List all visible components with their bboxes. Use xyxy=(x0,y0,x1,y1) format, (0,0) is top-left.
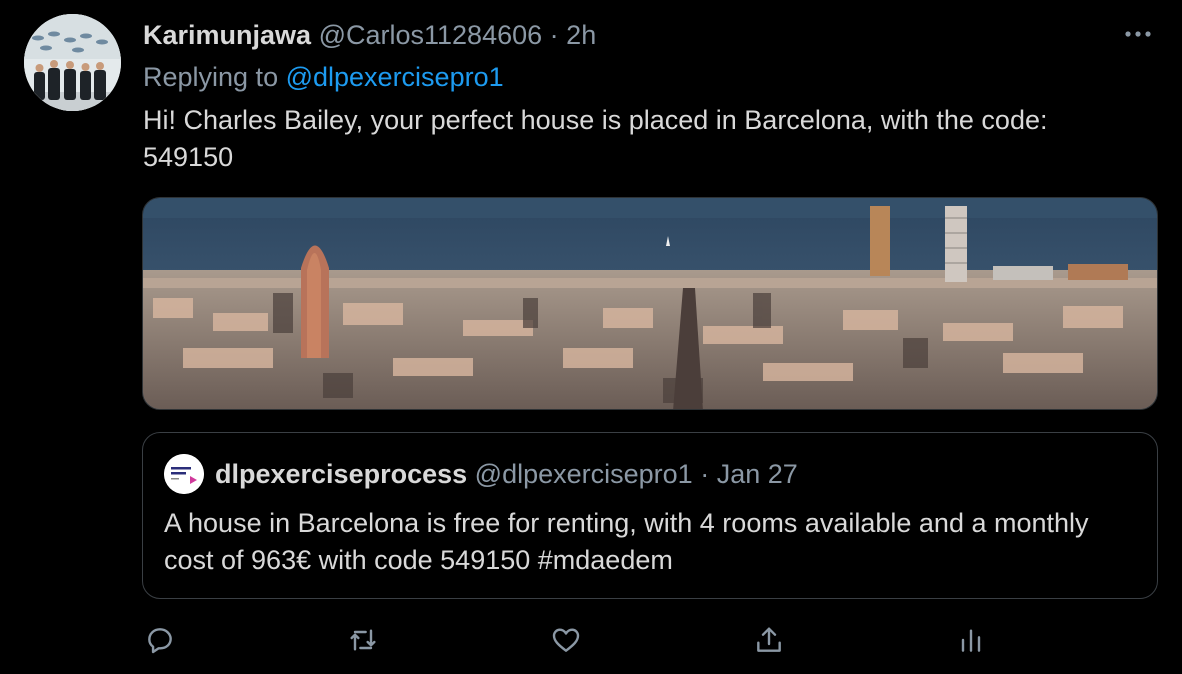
reply-button[interactable] xyxy=(138,618,182,662)
avatar-photo xyxy=(24,14,121,111)
like-icon xyxy=(552,628,580,652)
replying-to: Replying to @dlpexercisepro1 xyxy=(143,60,504,94)
analytics-icon xyxy=(961,629,981,652)
replying-to-link[interactable]: @dlpexercisepro1 xyxy=(286,62,504,92)
retweet-icon xyxy=(350,629,376,651)
quote-display-name[interactable]: dlpexerciseprocess xyxy=(215,459,467,489)
quote-user-handle[interactable]: @dlpexercisepro1 xyxy=(475,459,693,489)
analytics-button[interactable] xyxy=(949,618,993,662)
quote-text: A house in Barcelona is free for renting… xyxy=(164,508,1089,575)
share-button[interactable] xyxy=(747,618,791,662)
user-avatar[interactable] xyxy=(24,14,121,111)
quote-separator-dot: · xyxy=(700,459,710,489)
data-learning-program-logo-icon xyxy=(164,454,204,494)
separator-dot: · xyxy=(549,20,559,50)
tweet-text: Hi! Charles Bailey, your perfect house i… xyxy=(143,105,1048,172)
share-icon xyxy=(757,627,781,652)
quote-avatar[interactable] xyxy=(164,454,204,494)
barcelona-skyline-image xyxy=(143,198,1157,409)
more-options-icon[interactable] xyxy=(1120,22,1156,46)
tweet-header: Karimunjawa @Carlos11284606 · 2h xyxy=(143,18,596,52)
tweet-timestamp[interactable]: 2h xyxy=(566,20,596,50)
reply-icon xyxy=(148,628,172,654)
display-name[interactable]: Karimunjawa xyxy=(143,20,311,50)
retweet-button[interactable] xyxy=(341,618,385,662)
quote-header: dlpexerciseprocess @dlpexercisepro1 · Ja… xyxy=(215,457,798,491)
tweet-media-photo[interactable] xyxy=(142,197,1158,410)
like-button[interactable] xyxy=(544,618,588,662)
quote-timestamp[interactable]: Jan 27 xyxy=(717,459,798,489)
replying-prefix: Replying to xyxy=(143,62,286,92)
tweet-action-bar xyxy=(0,618,1182,662)
tweet[interactable]: Karimunjawa @Carlos11284606 · 2h Replyin… xyxy=(0,0,1182,674)
user-handle[interactable]: @Carlos11284606 xyxy=(319,20,543,50)
quoted-tweet[interactable]: dlpexerciseprocess @dlpexercisepro1 · Ja… xyxy=(142,432,1158,599)
